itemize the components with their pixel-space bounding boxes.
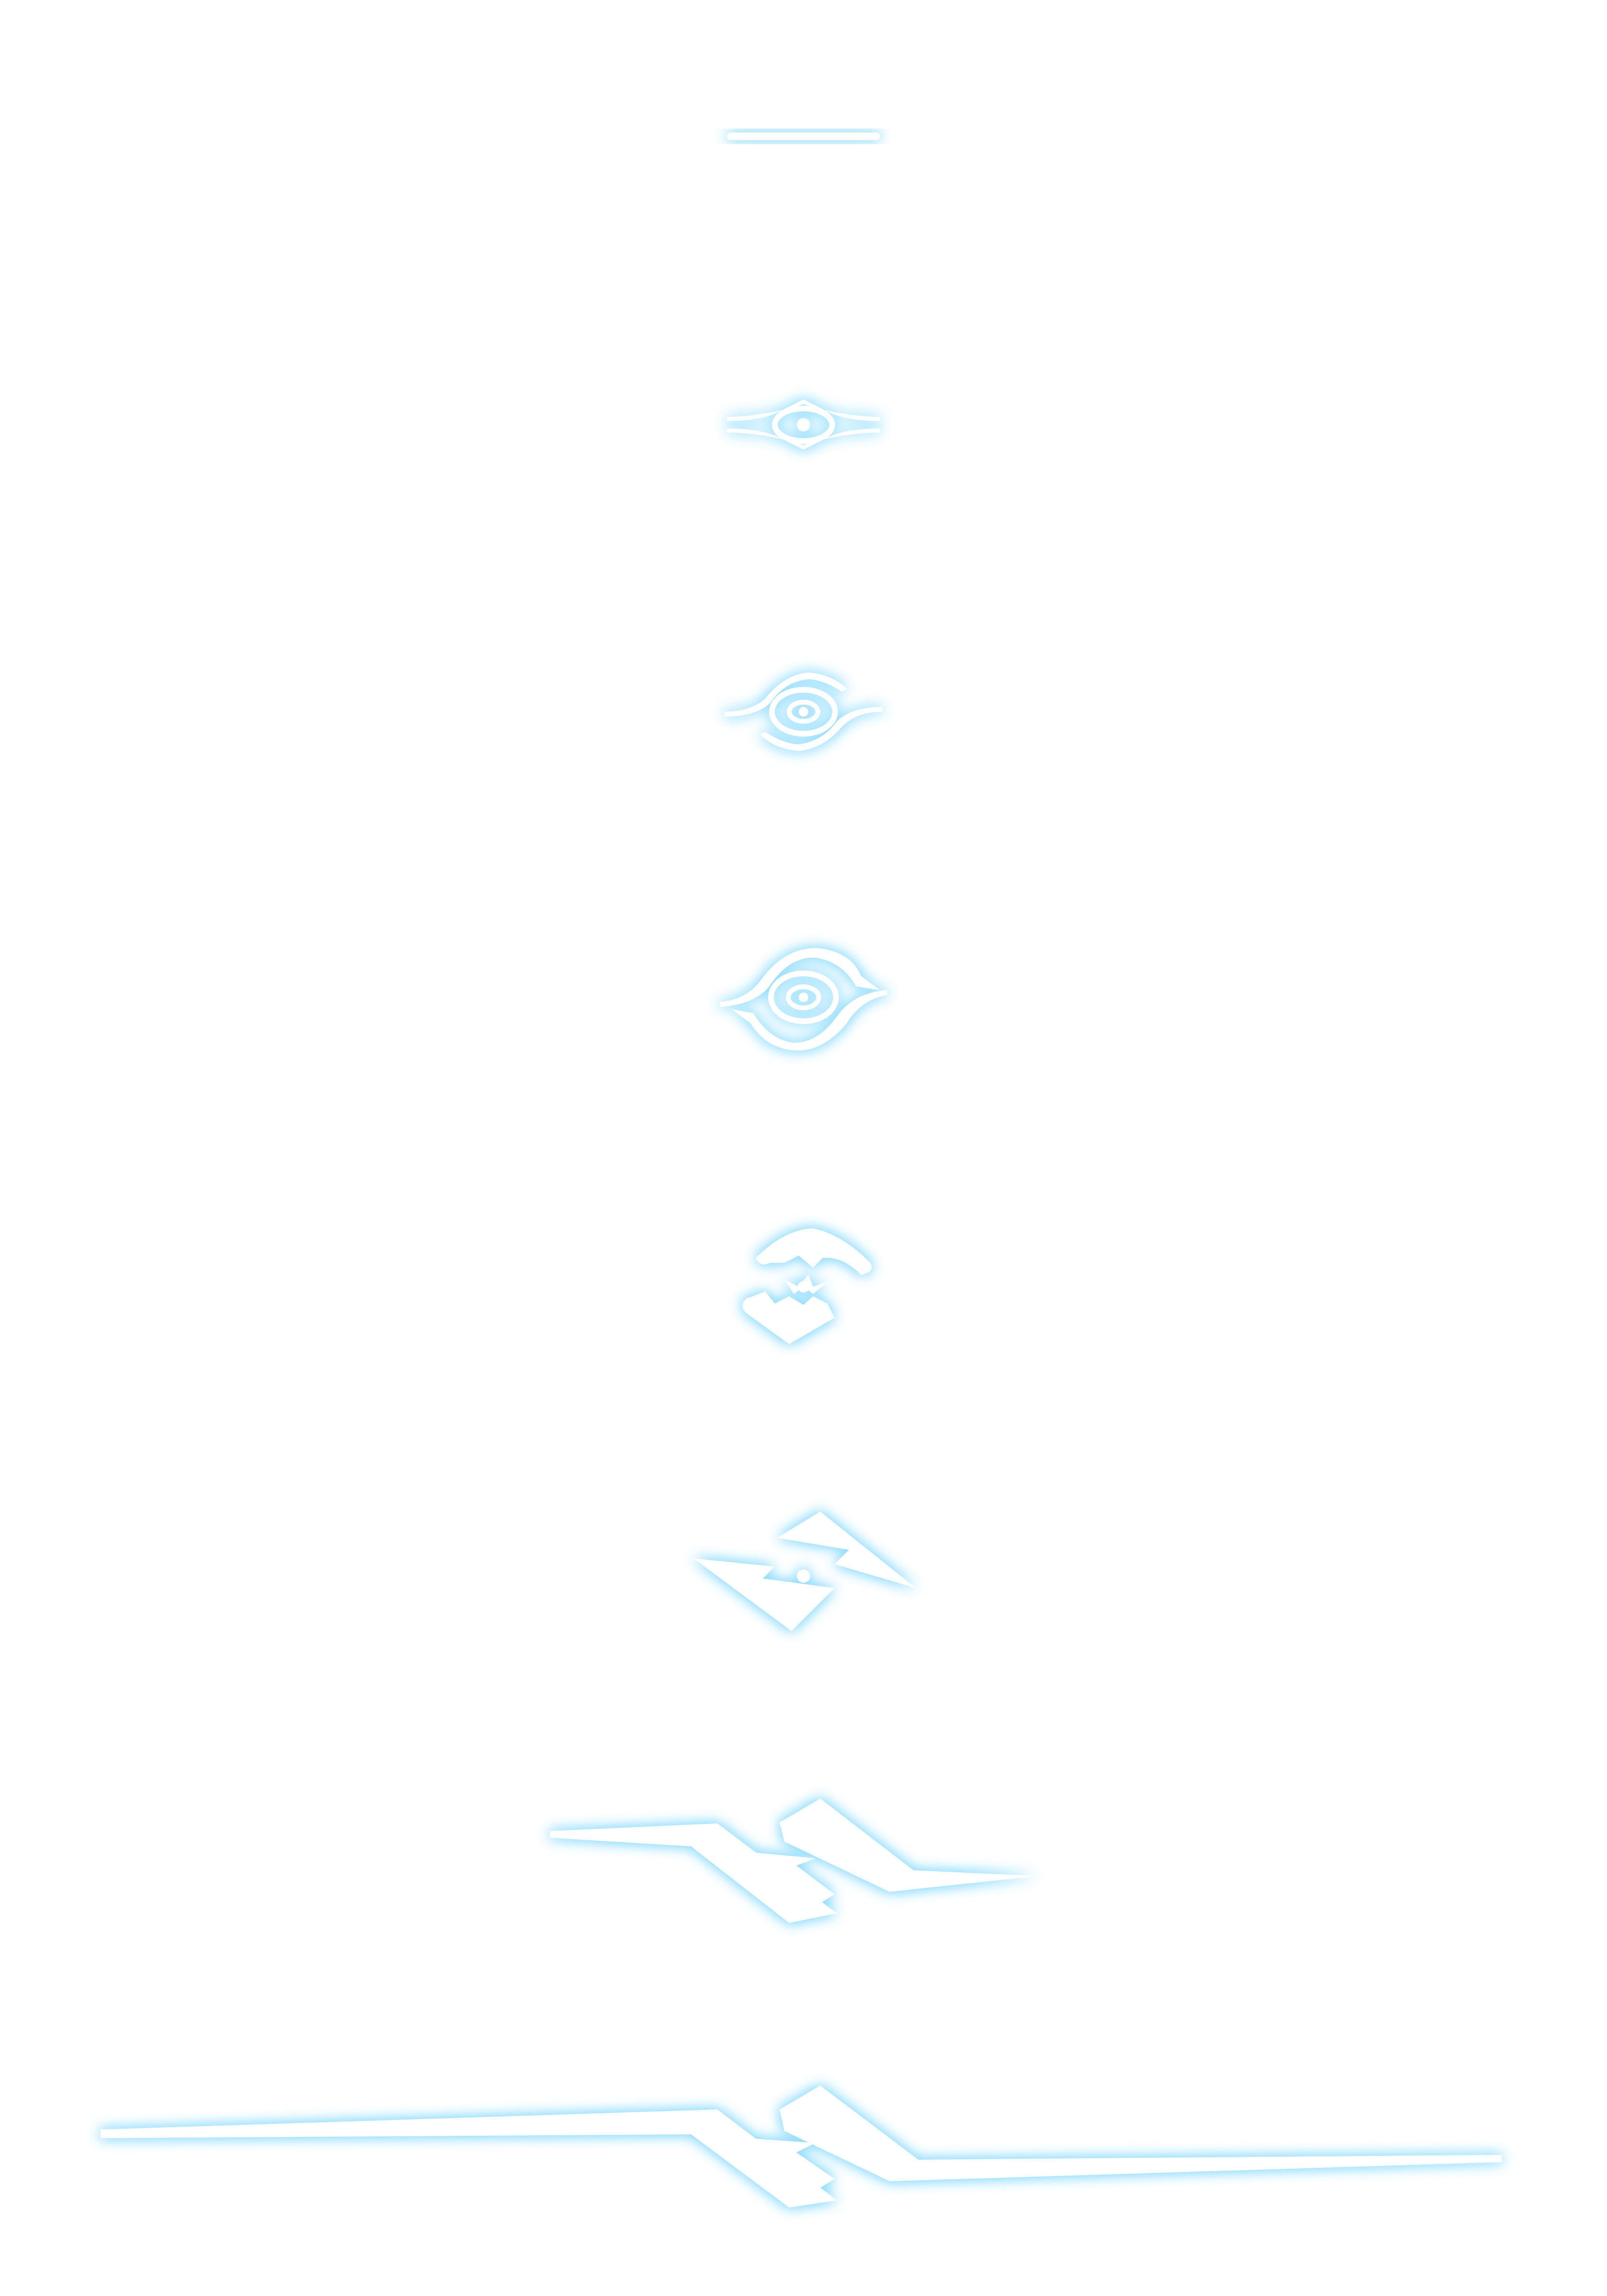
sprite-sheet-svg	[100, 132, 1502, 2208]
lightning-bolt-extended-icon	[550, 1799, 1038, 1923]
horizontal-line-icon	[727, 132, 880, 140]
broken-eye-icon	[742, 1228, 872, 1344]
swirl-eye-icon	[720, 948, 887, 1051]
sprite-sheet-canvas	[0, 0, 1607, 2296]
lightning-bolt-wide-icon	[100, 2086, 1502, 2208]
open-eye-icon	[725, 673, 882, 751]
lightning-bolt-icon	[693, 1512, 916, 1631]
narrow-eye-icon	[727, 399, 880, 450]
